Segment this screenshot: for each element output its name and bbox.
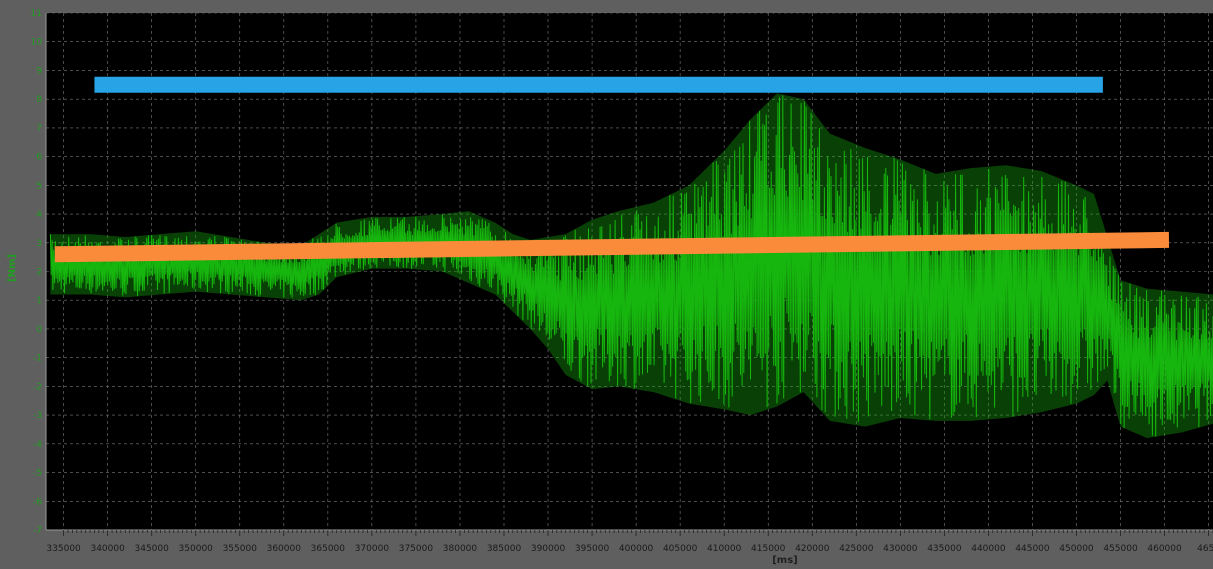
torque-chart-svg: 11109876543210-1-2-3-4-5-6-7 335000 34000… <box>0 0 1213 566</box>
x-tick-label: 435000 <box>927 544 962 554</box>
x-tick-label: 455000 <box>1103 544 1138 554</box>
x-tick-label: 420000 <box>795 544 830 554</box>
chart: 11 10 9 8 7 6 5 4 3 2 1 0 -1 -2 -3 -4 -5 -6 -7 335000 34000… <box>0 0 1213 566</box>
x-tick-label: 345000 <box>135 544 170 554</box>
y-tick-label: 4 <box>36 210 42 220</box>
x-tick-label: 390000 <box>531 544 566 554</box>
y-tick-label: -2 <box>33 382 42 392</box>
x-tick-label: 405000 <box>663 544 698 554</box>
y-axis-label: [Nm] <box>7 254 18 282</box>
x-tick-label: 445000 <box>1015 544 1050 554</box>
y-tick-label: 11 <box>31 9 42 19</box>
y-tick-label: 8 <box>36 95 42 105</box>
y-tick-label: -7 <box>33 526 42 536</box>
x-tick-label: 450000 <box>1059 544 1094 554</box>
y-tick-label: -1 <box>33 354 42 364</box>
y-tick-label: -4 <box>33 440 42 450</box>
x-tick-label: 395000 <box>575 544 610 554</box>
x-tick-label: 385000 <box>487 544 522 554</box>
x-tick-label: 425000 <box>839 544 874 554</box>
x-tick-label: 430000 <box>883 544 918 554</box>
y-tick-label: 7 <box>36 124 42 134</box>
y-tick-label: 10 <box>31 38 43 48</box>
y-tick-label: -6 <box>33 497 42 507</box>
x-tick-label: 355000 <box>223 544 258 554</box>
x-tick-label: 415000 <box>751 544 786 554</box>
y-tick-label: 2 <box>36 268 42 278</box>
x-tick-label: 340000 <box>90 544 125 554</box>
y-tick-label: 3 <box>36 239 42 249</box>
y-tick-label: 6 <box>36 153 42 163</box>
x-tick-label: 365000 <box>311 544 346 554</box>
x-tick-label: 370000 <box>355 544 390 554</box>
x-tick-label: 400000 <box>619 544 654 554</box>
x-tick-label: 410000 <box>707 544 742 554</box>
y-tick-label: 5 <box>36 181 42 191</box>
x-tick-label: 4650 <box>1197 544 1213 554</box>
y-tick-label: 1 <box>36 296 42 306</box>
x-tick-label: 460000 <box>1147 544 1182 554</box>
y-tick-label: 9 <box>36 66 42 76</box>
x-tick-label: 350000 <box>179 544 214 554</box>
x-tick-label: 335000 <box>46 544 81 554</box>
x-tick-label: 375000 <box>399 544 434 554</box>
x-tick-label: 360000 <box>267 544 302 554</box>
x-tick-label: 440000 <box>971 544 1006 554</box>
y-tick-label: -3 <box>33 411 42 421</box>
x-axis-label: [ms] <box>772 555 798 565</box>
x-tick-label: 380000 <box>443 544 478 554</box>
y-tick-label: 0 <box>36 325 42 335</box>
y-tick-label: -5 <box>33 469 42 479</box>
